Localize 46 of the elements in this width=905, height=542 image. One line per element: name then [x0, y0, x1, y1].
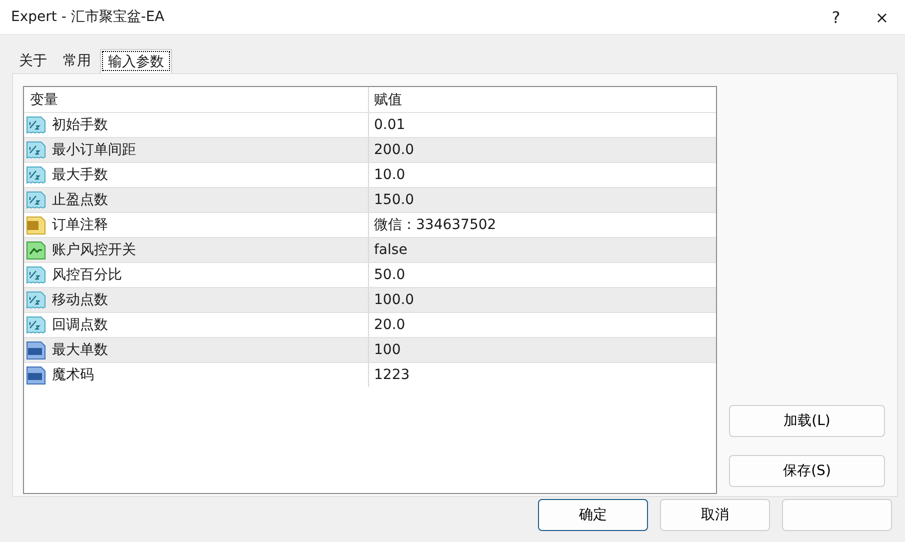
toggle-icon	[26, 240, 46, 260]
dialog-button[interactable]	[782, 499, 892, 531]
number-icon	[26, 340, 46, 360]
tab[interactable]: 常用	[56, 49, 98, 73]
variable-name: 魔术码	[52, 366, 94, 384]
variable-name: 风控百分比	[52, 266, 122, 284]
variable-name: 移动点数	[52, 291, 108, 309]
fraction-icon	[26, 190, 46, 210]
variable-name: 回调点数	[52, 316, 108, 334]
variable-value[interactable]: 50.0	[374, 267, 406, 283]
fraction-icon	[26, 290, 46, 310]
tab[interactable]: 输入参数	[100, 49, 172, 73]
variable-name: 账户风控开关	[52, 241, 136, 259]
fraction-icon	[26, 315, 46, 335]
variable-value[interactable]: 200.0	[374, 142, 414, 158]
help-button[interactable]: ?	[813, 0, 859, 34]
dialog-button[interactable]: 加载(L)	[729, 405, 885, 437]
dialog-button[interactable]: 取消	[660, 499, 770, 531]
variable-name: 最大手数	[52, 166, 108, 184]
fraction-icon	[26, 115, 46, 135]
window-title: Expert - 汇市聚宝盆-EA	[11, 8, 166, 26]
variable-value[interactable]: 20.0	[374, 317, 406, 333]
text-icon	[26, 215, 46, 235]
dialog-button[interactable]: 保存(S)	[729, 455, 885, 487]
variable-value[interactable]: false	[374, 242, 408, 258]
tab[interactable]: 关于	[12, 49, 54, 73]
variable-name: 止盈点数	[52, 191, 108, 209]
variable-name: 订单注释	[52, 216, 108, 234]
fraction-icon	[26, 265, 46, 285]
variable-value[interactable]: 微信：334637502	[374, 217, 496, 233]
close-button[interactable]: ×	[859, 0, 905, 34]
variable-value[interactable]: 100	[374, 342, 401, 358]
column-header: 赋值	[374, 92, 402, 108]
variable-value[interactable]: 10.0	[374, 167, 406, 183]
column-header: 变量	[30, 90, 58, 108]
number-icon	[26, 365, 46, 385]
variable-value[interactable]: 0.01	[374, 117, 406, 133]
variable-value[interactable]: 1223	[374, 367, 410, 383]
variable-name: 初始手数	[52, 116, 108, 134]
variable-value[interactable]: 100.0	[374, 292, 414, 308]
fraction-icon	[26, 140, 46, 160]
variable-value[interactable]: 150.0	[374, 192, 414, 208]
variable-name: 最小订单间距	[52, 141, 136, 159]
dialog-button[interactable]: 确定	[538, 499, 648, 531]
variable-name: 最大单数	[52, 341, 108, 359]
fraction-icon	[26, 165, 46, 185]
